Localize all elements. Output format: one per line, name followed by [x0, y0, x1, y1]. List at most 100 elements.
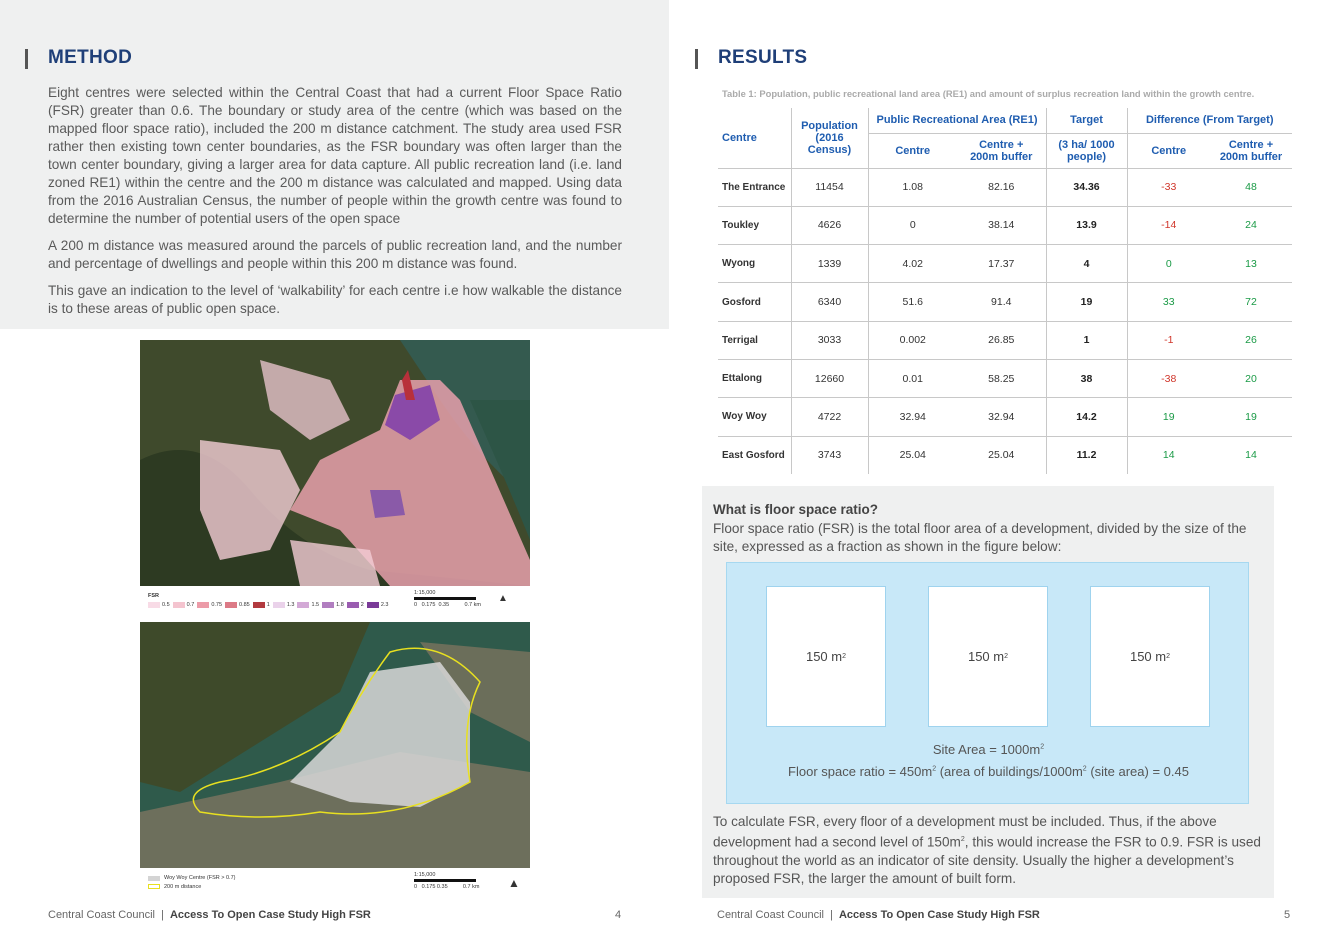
- cell-target: 1: [1045, 320, 1127, 360]
- fsr-diagram: 150 m2 150 m2 150 m2 Site Area = 1000m2 …: [726, 562, 1249, 804]
- footer-title: Access To Open Case Study High FSR: [169, 909, 371, 921]
- ratio-part-a: Floor space ratio = 450m: [788, 764, 933, 779]
- cell-pra-buffer: 26.85: [957, 320, 1046, 360]
- cell-population: 12660: [790, 358, 868, 398]
- cell-population: 4626: [790, 205, 868, 245]
- ratio-part-c: (site area) = 0.45: [1086, 764, 1189, 779]
- page-number: 4: [615, 909, 622, 921]
- cell-centre: Ettalong: [718, 358, 791, 398]
- header-diff-centre: Centre: [1126, 132, 1210, 168]
- cell-pra-buffer: 17.37: [957, 244, 1046, 283]
- header-pra-centre: Centre: [867, 132, 957, 168]
- footer-separator: |: [161, 909, 164, 921]
- fsr-box-intro: Floor space ratio (FSR) is the total flo…: [713, 521, 1247, 554]
- cell-centre: Terrigal: [718, 320, 791, 360]
- cell-pra-centre: 1.08: [867, 167, 957, 207]
- fsr-legend-label: 1.8: [336, 602, 344, 608]
- cell-target: 14.2: [1045, 397, 1127, 437]
- building-box: 150 m2: [1090, 586, 1210, 727]
- site-area-label: Site Area = 1000m: [932, 742, 1041, 757]
- cell-diff-buffer: 48: [1210, 167, 1292, 207]
- fsr-legend-swatch: [148, 602, 160, 608]
- header-target-sub: (3 ha/ 1000 people): [1045, 132, 1127, 168]
- map2-scale-bar: [414, 879, 476, 882]
- cell-diff-centre: -38: [1126, 358, 1210, 398]
- map2-scale-ticks: 0 0.175 0.35 0.7 km: [414, 884, 480, 890]
- building-box: 150 m2: [928, 586, 1048, 727]
- cell-population: 6340: [790, 282, 868, 322]
- map1-scale-bar: [414, 597, 476, 600]
- header-public-rec-area: Public Recreational Area (RE1): [867, 108, 1046, 133]
- fsr-legend-item: 0.85: [225, 602, 250, 608]
- fsr-legend-label: 1.3: [286, 602, 295, 608]
- results-heading: RESULTS: [718, 47, 808, 68]
- cell-pra-buffer: 32.94: [957, 397, 1046, 437]
- footer-org: Central Coast Council: [48, 909, 155, 921]
- cell-diff-buffer: 26: [1210, 320, 1292, 360]
- map1-scale-ticks: 0 0.175 0.35 0.7 km: [414, 602, 481, 608]
- results-table: Centre Population (2016 Census) Public R…: [718, 108, 1292, 475]
- table-row: Woy Woy 4722 32.94 32.94 14.2 19 19: [718, 397, 1292, 437]
- cell-population: 3033: [790, 320, 868, 360]
- cell-pra-buffer: 38.14: [957, 205, 1046, 245]
- fsr-legend-swatch: [322, 602, 335, 608]
- distance-legend-item: 200 m distance: [164, 884, 202, 890]
- cell-pra-centre: 4.02: [867, 244, 957, 283]
- header-centre: Centre: [722, 131, 757, 144]
- fsr-legend-swatch: [366, 602, 379, 608]
- method-text: Eight centres were selected within the C…: [48, 84, 622, 327]
- building-label-sup: 2: [1004, 653, 1009, 660]
- fsr-legend-swatches: 0.5 0.7 0.75 0.85 1 1.3 1.5 1.8 2 2.3: [148, 602, 389, 608]
- header-target: Target: [1045, 108, 1127, 133]
- map2-scale: 1:15,000: [414, 872, 436, 878]
- building-label: 150 m: [967, 649, 1005, 664]
- header-pra-buffer: Centre + 200m buffer: [957, 132, 1046, 168]
- site-area-sup: 2: [1040, 743, 1045, 751]
- ratio-part-b: (area of buildings/1000m: [936, 764, 1083, 779]
- cell-pra-centre: 51.6: [867, 282, 957, 322]
- cell-target: 38: [1045, 358, 1127, 398]
- fsr-legend-item: 1.3: [272, 602, 295, 608]
- building-label: 150 m: [1129, 649, 1167, 664]
- cell-diff-buffer: 20: [1210, 358, 1292, 398]
- distance-swatch: [148, 884, 160, 889]
- fsr-legend-swatch: [252, 602, 265, 608]
- building-label-sup: 2: [1166, 653, 1171, 660]
- table-row: Gosford 6340 51.6 91.4 19 33 72: [718, 282, 1292, 322]
- fsr-legend-swatch: [272, 602, 285, 608]
- table-row: Terrigal 3033 0.002 26.85 1 -1 26: [718, 320, 1292, 360]
- fsr-legend-item: 1.8: [322, 602, 344, 608]
- left-page: METHOD Eight centres were selected withi…: [0, 0, 669, 947]
- cell-diff-buffer: 72: [1210, 282, 1292, 322]
- cell-centre: Gosford: [718, 282, 791, 322]
- cell-target: 34.36: [1045, 167, 1127, 207]
- fsr-legend-label: 0.7: [186, 602, 195, 608]
- fsr-legend-swatch: [172, 602, 185, 608]
- left-footer: Central Coast Council | Access To Open C…: [48, 909, 371, 921]
- site-area-text: Site Area = 1000m2: [727, 742, 1250, 757]
- heading-bar: [25, 49, 28, 69]
- fsr-legend-label: 2.3: [380, 602, 389, 608]
- cell-pra-centre: 25.04: [867, 435, 957, 475]
- cell-diff-buffer: 19: [1210, 397, 1292, 437]
- building-label: 150 m: [805, 649, 843, 664]
- fsr-legend-title: FSR: [148, 593, 159, 599]
- heading-bar: [695, 49, 698, 69]
- cell-diff-centre: -33: [1126, 167, 1210, 207]
- cell-diff-buffer: 24: [1210, 205, 1292, 245]
- fsr-box-outro: To calculate FSR, every floor of a devel…: [713, 813, 1261, 888]
- fsr-legend-swatch: [346, 602, 359, 608]
- right-footer: Central Coast Council | Access To Open C…: [717, 909, 1040, 921]
- fsr-legend-label: 1.5: [311, 602, 320, 608]
- fsr-legend-label: 1: [266, 602, 270, 608]
- footer-org: Central Coast Council: [717, 909, 824, 921]
- woy-woy-map-legend: Woy Woy Centre (FSR > 0.7) 200 m distanc…: [140, 872, 530, 898]
- building-label-sup: 2: [842, 653, 847, 660]
- fsr-legend-swatch: [297, 602, 310, 608]
- cell-target: 4: [1045, 244, 1127, 283]
- table-row: East Gosford 3743 25.04 25.04 11.2 14 14: [718, 435, 1292, 475]
- fsr-legend-label: 0.85: [239, 602, 250, 608]
- fsr-legend-item: 1.5: [297, 602, 319, 608]
- header-diff-buffer: Centre + 200m buffer: [1210, 132, 1292, 168]
- cell-population: 1339: [790, 244, 868, 283]
